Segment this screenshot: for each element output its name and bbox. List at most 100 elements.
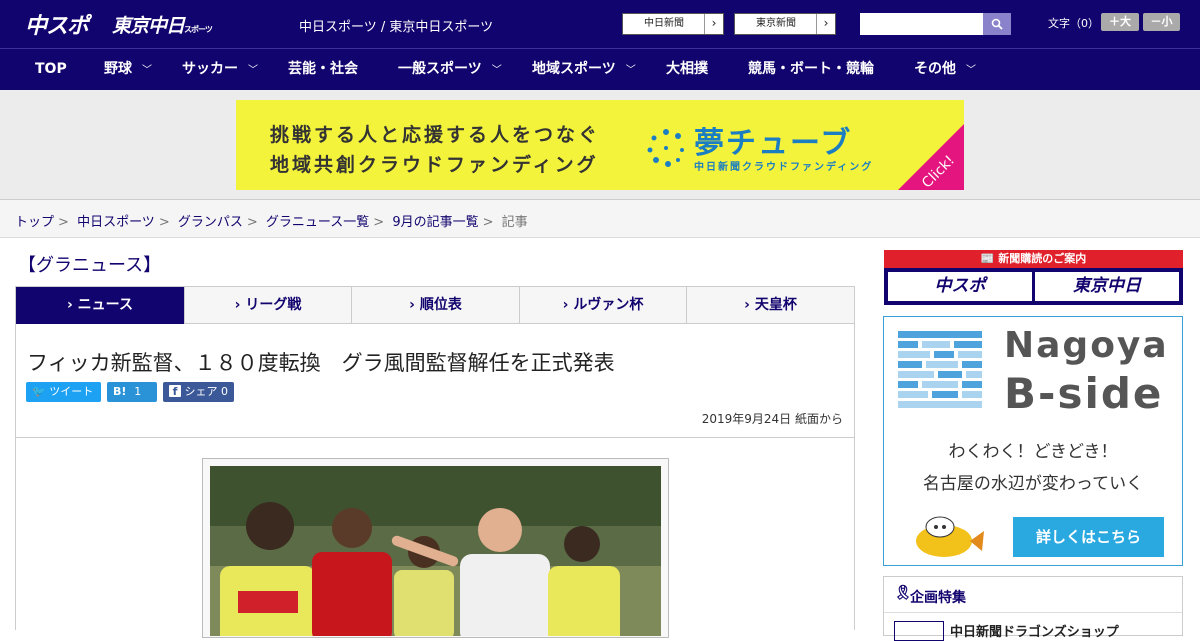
ad-copy-2: 名古屋の水辺が変わっていく — [922, 474, 1144, 494]
facebook-icon: f — [169, 385, 181, 398]
facebook-share-label: シェア 0 — [184, 385, 229, 398]
tokyo-logo-small: スポーツ — [184, 25, 213, 34]
tab-league[interactable]: › リーグ戦 — [185, 287, 352, 324]
chevron-right-icon: › — [704, 14, 723, 34]
section-title: 【グラニュース】 — [18, 255, 162, 276]
tweet-label: ツイート — [49, 385, 94, 398]
subscribe-tokyo-button[interactable]: 東京中日 — [1035, 272, 1179, 301]
breadcrumb-top[interactable]: トップ — [15, 215, 54, 230]
nav-label: 野球 — [104, 61, 132, 77]
tab-label: ニュース — [77, 297, 133, 313]
tab-news[interactable]: › ニュース — [16, 287, 185, 324]
chunichi-shimbun-button[interactable]: 中日新聞 › — [622, 13, 724, 35]
ribbon-icon: 🎗 — [894, 585, 912, 601]
twitter-icon: 🐦 — [32, 385, 46, 398]
breadcrumb-sep: > — [246, 215, 258, 230]
breadcrumb-news-list[interactable]: グラニュース一覧 — [266, 215, 369, 230]
breadcrumb-sep: > — [158, 215, 170, 230]
brick-wall-icon — [898, 331, 982, 408]
tab-label: 順位表 — [419, 297, 462, 313]
paper-button-label: 東京新聞 — [756, 18, 796, 29]
paper-button-label: 中日新聞 — [644, 18, 684, 29]
font-size-label: 文字（0） — [1048, 17, 1099, 30]
tab-label: 天皇杯 — [754, 297, 797, 313]
feature-thumbnail[interactable] — [894, 621, 944, 641]
tokyo-chunichi-logo[interactable]: 東京中日スポーツ — [112, 11, 213, 38]
breadcrumb-month-list[interactable]: 9月の記事一覧 — [392, 215, 478, 230]
tokyo-logo-text: 東京中日 — [112, 15, 185, 37]
font-decrease-button[interactable]: －小 — [1143, 13, 1180, 31]
ad-title-2: B-side — [1004, 369, 1164, 418]
site-names: 中日スポーツ / 東京中日スポーツ — [299, 20, 494, 35]
article-photo[interactable] — [210, 466, 661, 636]
font-increase-button[interactable]: ＋大 — [1101, 13, 1139, 31]
nav-label: 芸能・社会 — [288, 61, 358, 77]
tab-label: ルヴァン杯 — [573, 297, 644, 313]
hatena-bookmark-button[interactable]: B! 1 — [107, 382, 157, 402]
feature-box: 🎗 企画特集 中日新聞ドラゴンズショップ — [883, 576, 1183, 641]
article-headline: フィッカ新監督、１８０度転換 グラ風間監督解任を正式発表 — [27, 351, 615, 375]
banner-brand: 夢チューブ — [694, 126, 853, 161]
breadcrumb: トップ > 中日スポーツ > グランパス > グラニュース一覧 > 9月の記事一覧 > 記… — [0, 200, 1200, 238]
nav-item-baseball[interactable]: 野球 ﹀ — [104, 49, 152, 90]
nav-item-sumo[interactable]: 大相撲 — [666, 49, 708, 90]
tab-emperors-cup[interactable]: › 天皇杯 — [687, 287, 854, 324]
subscription-header: 📰 新聞購読のご案内 — [884, 250, 1183, 268]
ad-title-1: Nagoya — [1004, 325, 1169, 366]
tab-bar: › ニュース › リーグ戦 › 順位表 › ルヴァン杯 › 天皇杯 — [15, 286, 855, 324]
nav-label: サッカー — [182, 61, 238, 77]
nav-item-other[interactable]: その他 ﹀ — [914, 49, 976, 90]
breadcrumb-sep: > — [58, 215, 69, 230]
nav-item-entertainment[interactable]: 芸能・社会 — [288, 49, 358, 90]
chevron-down-icon: ﹀ — [966, 65, 976, 76]
nav-item-local-sports[interactable]: 地域スポーツ ﹀ — [532, 49, 636, 90]
nav-item-racing[interactable]: 競馬・ボート・競輪 — [748, 49, 874, 90]
main-nav: TOP 野球 ﹀ サッカー ﹀ 芸能・社会 一般スポーツ ﹀ 地域スポーツ ﹀ 大相撲 … — [0, 48, 1200, 90]
tab-label: リーグ戦 — [245, 297, 302, 313]
facebook-share-button[interactable]: f シェア 0 — [163, 382, 234, 402]
banner-line-1: 挑戦する人と応援する人をつなぐ — [270, 124, 601, 146]
breadcrumb-current: 記事 — [501, 215, 528, 230]
tab-standings[interactable]: › 順位表 — [352, 287, 520, 324]
feature-title: 企画特集 — [910, 590, 966, 606]
nagoya-bside-ad[interactable]: Nagoya B-side わくわく！どきどき！ 名古屋の水辺が変わっていく 詳… — [883, 316, 1183, 566]
search-button[interactable] — [983, 13, 1011, 35]
feature-item-link[interactable]: 中日新聞ドラゴンズショップ — [950, 621, 1119, 640]
breadcrumb-grampus[interactable]: グランパス — [178, 215, 243, 230]
newspaper-icon: 📰 — [980, 252, 995, 265]
photo-illustration — [210, 466, 661, 636]
nav-label: 競馬・ボート・競輪 — [748, 61, 874, 77]
ad-copy-1: わくわく！どきどき！ — [948, 442, 1118, 462]
tweet-button[interactable]: 🐦 ツイート — [26, 382, 101, 402]
tab-levain-cup[interactable]: › ルヴァン杯 — [520, 287, 687, 324]
photo-frame — [202, 458, 669, 638]
chuspo-logo[interactable]: 中スポ — [25, 8, 89, 40]
search-icon — [991, 18, 1003, 30]
dots-logo-icon — [647, 129, 684, 167]
chevron-down-icon: ﹀ — [142, 65, 152, 76]
chevron-down-icon: ﹀ — [248, 65, 258, 76]
feature-header: 🎗 企画特集 — [884, 577, 1182, 613]
banner-zone: 挑戦する人と応援する人をつなぐ 地域共創クラウドファンディング 夢チューブ 中日… — [0, 90, 1200, 200]
nav-item-general-sports[interactable]: 一般スポーツ ﹀ — [398, 49, 502, 90]
article-header: フィッカ新監督、１８０度転換 グラ風間監督解任を正式発表 🐦 ツイート B! 1… — [15, 324, 855, 438]
breadcrumb-chuspo[interactable]: 中日スポーツ — [77, 215, 155, 230]
subscription-box: 📰 新聞購読のご案内 中スポ 東京中日 — [884, 250, 1183, 305]
nav-item-top[interactable]: TOP — [35, 49, 67, 90]
subscribe-chuspo-button[interactable]: 中スポ — [888, 272, 1032, 301]
search-input[interactable] — [860, 13, 983, 35]
crowdfunding-banner[interactable]: 挑戦する人と応援する人をつなぐ 地域共創クラウドファンディング 夢チューブ 中日… — [236, 100, 964, 190]
tokyo-shimbun-button[interactable]: 東京新聞 › — [734, 13, 836, 35]
subscription-title: 新聞購読のご案内 — [998, 252, 1087, 265]
hatena-count: 1 — [134, 385, 142, 398]
nav-label: その他 — [914, 61, 956, 77]
nav-label: 大相撲 — [666, 61, 708, 77]
nav-item-soccer[interactable]: サッカー ﹀ — [182, 49, 258, 90]
article-photo-area — [15, 438, 855, 638]
hatena-icon: B! — [113, 385, 127, 398]
top-header: 中スポ 東京中日スポーツ 中日スポーツ / 東京中日スポーツ 中日新聞 › 東京… — [0, 0, 1200, 48]
fried-shrimp-mascot-icon — [916, 516, 984, 557]
ad-details-button[interactable]: 詳しくはこちら — [1013, 517, 1164, 557]
chevron-right-icon: › — [816, 14, 835, 34]
breadcrumb-sep: > — [373, 215, 385, 230]
